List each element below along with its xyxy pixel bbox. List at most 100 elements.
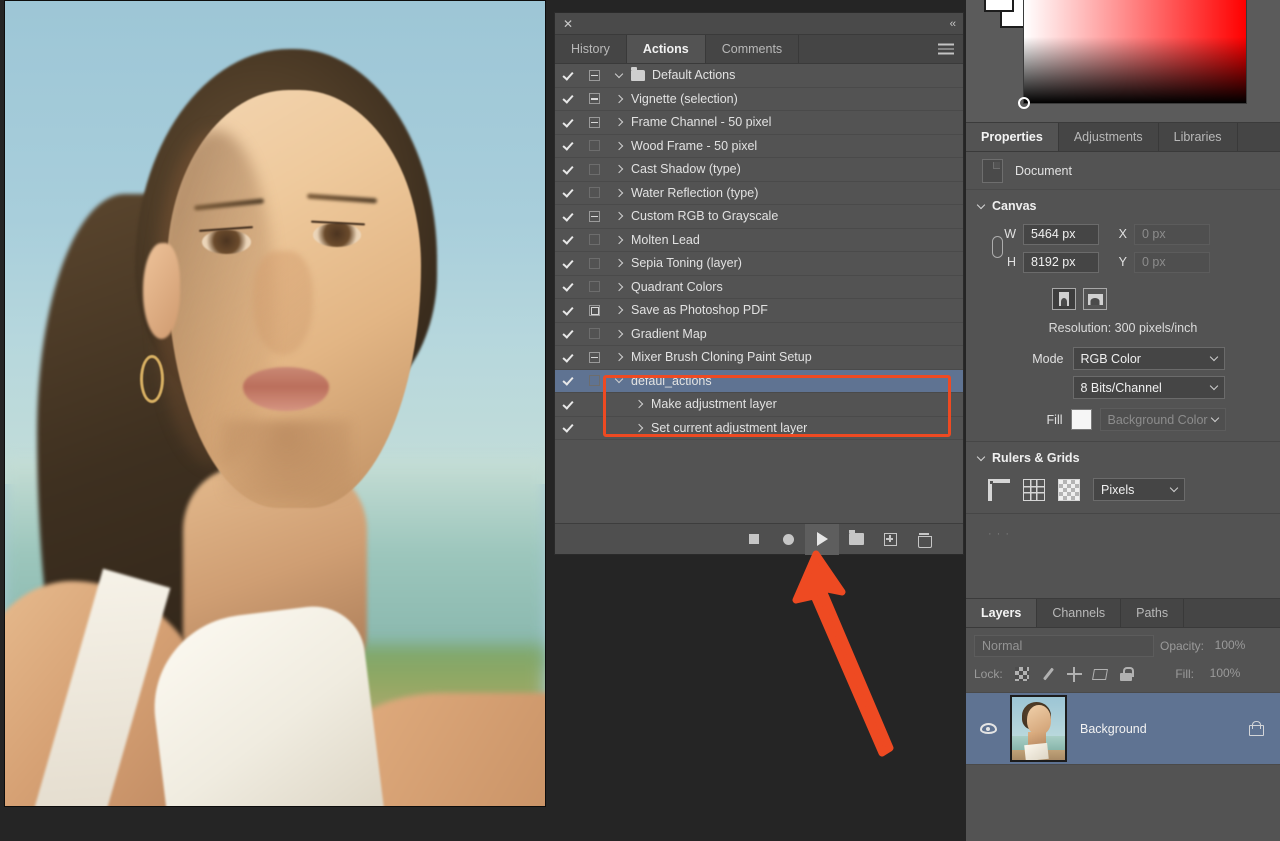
layer-visibility-toggle[interactable]	[966, 723, 1010, 734]
foreground-color-swatch[interactable]	[984, 0, 1014, 12]
lock-transparency-button[interactable]	[1015, 667, 1030, 682]
opacity-stepper[interactable]	[1256, 636, 1270, 656]
action-enabled-checkbox[interactable]	[555, 93, 581, 104]
tab-history[interactable]: History	[555, 35, 627, 63]
action-enabled-checkbox[interactable]	[555, 164, 581, 175]
action-expand-toggle[interactable]	[607, 94, 631, 103]
action-expand-toggle[interactable]	[607, 353, 631, 362]
action-expand-toggle[interactable]	[627, 400, 651, 409]
action-enabled-checkbox[interactable]	[555, 352, 581, 363]
action-row[interactable]: Mixer Brush Cloning Paint Setup	[555, 346, 963, 370]
lock-artboard-button[interactable]	[1092, 667, 1109, 682]
play-selection-button[interactable]	[805, 523, 839, 555]
tab-paths[interactable]: Paths	[1121, 599, 1185, 627]
action-expand-toggle[interactable]	[607, 306, 631, 315]
action-enabled-checkbox[interactable]	[555, 140, 581, 151]
fill-select[interactable]: Background Color	[1099, 408, 1226, 431]
action-expand-toggle[interactable]	[607, 165, 631, 174]
landscape-orientation-button[interactable]	[1083, 288, 1107, 310]
action-row[interactable]: Water Reflection (type)	[555, 182, 963, 205]
action-dialog-toggle[interactable]	[581, 187, 607, 199]
action-expand-toggle[interactable]	[607, 141, 631, 150]
action-enabled-checkbox[interactable]	[555, 305, 581, 316]
document-image[interactable]	[4, 0, 546, 807]
tab-adjustments[interactable]: Adjustments	[1059, 123, 1159, 151]
close-icon[interactable]: ✕	[563, 18, 573, 30]
action-dialog-toggle[interactable]	[581, 116, 607, 128]
action-enabled-checkbox[interactable]	[555, 328, 581, 339]
action-enabled-checkbox[interactable]	[555, 70, 581, 81]
action-enabled-checkbox[interactable]	[555, 281, 581, 292]
action-enabled-checkbox[interactable]	[555, 375, 581, 386]
layers-fill-value[interactable]: 100%	[1205, 664, 1245, 684]
tab-libraries[interactable]: Libraries	[1159, 123, 1238, 151]
collapse-panel-icon[interactable]: ‹‹	[950, 18, 956, 30]
action-row[interactable]: Quadrant Colors	[555, 276, 963, 299]
action-row[interactable]: Molten Lead	[555, 229, 963, 252]
action-enabled-checkbox[interactable]	[555, 422, 581, 433]
new-set-button[interactable]	[839, 524, 873, 555]
rulers-toggle-icon[interactable]	[988, 478, 1010, 501]
action-row[interactable]: Frame Channel - 50 pixel	[555, 111, 963, 135]
action-row[interactable]: Cast Shadow (type)	[555, 158, 963, 182]
action-expand-toggle[interactable]	[607, 212, 631, 221]
x-input[interactable]: 0 px	[1134, 223, 1210, 245]
action-dialog-toggle[interactable]	[581, 163, 607, 175]
tab-properties[interactable]: Properties	[966, 123, 1059, 151]
y-input[interactable]: 0 px	[1134, 251, 1210, 273]
action-enabled-checkbox[interactable]	[555, 399, 581, 410]
height-input[interactable]: 8192 px	[1023, 251, 1099, 273]
bit-depth-select[interactable]: 8 Bits/Channel	[1072, 376, 1225, 399]
color-panel[interactable]	[966, 0, 1280, 122]
action-row[interactable]: Vignette (selection)	[555, 88, 963, 111]
action-dialog-toggle[interactable]	[581, 281, 607, 293]
stop-button[interactable]	[737, 524, 771, 555]
mode-select[interactable]: RGB Color	[1072, 347, 1225, 370]
tab-actions[interactable]: Actions	[626, 35, 706, 63]
tab-comments[interactable]: Comments	[705, 35, 800, 63]
layer-lock-icon[interactable]	[1249, 721, 1264, 736]
delete-button[interactable]	[907, 524, 941, 555]
panel-menu-icon[interactable]	[938, 43, 954, 55]
action-row[interactable]: Wood Frame - 50 pixel	[555, 135, 963, 158]
action-enabled-checkbox[interactable]	[555, 211, 581, 222]
action-dialog-toggle[interactable]	[581, 93, 607, 105]
action-dialog-toggle[interactable]	[581, 328, 607, 340]
tab-channels[interactable]: Channels	[1037, 599, 1122, 627]
action-enabled-checkbox[interactable]	[555, 187, 581, 198]
record-button[interactable]	[771, 524, 805, 555]
action-dialog-toggle[interactable]	[581, 69, 607, 81]
action-expand-toggle[interactable]	[627, 423, 651, 432]
fill-color-swatch[interactable]	[1070, 409, 1092, 430]
blend-mode-select[interactable]: Normal	[974, 635, 1154, 657]
opacity-value[interactable]: 100%	[1210, 636, 1250, 656]
new-action-button[interactable]	[873, 524, 907, 555]
width-input[interactable]: 5464 px	[1023, 223, 1099, 245]
action-enabled-checkbox[interactable]	[555, 117, 581, 128]
action-dialog-toggle[interactable]	[581, 375, 607, 387]
action-row[interactable]: defaul_actions	[555, 369, 963, 393]
action-row[interactable]: Make adjustment layer	[555, 393, 963, 417]
action-row[interactable]: Set current adjustment layer	[555, 417, 963, 440]
action-row[interactable]: Save as Photoshop PDF	[555, 299, 963, 323]
rulers-section-header[interactable]: Rulers & Grids	[966, 441, 1280, 472]
action-enabled-checkbox[interactable]	[555, 258, 581, 269]
action-dialog-toggle[interactable]	[581, 304, 607, 316]
canvas-section-header[interactable]: Canvas	[966, 190, 1280, 220]
layer-row[interactable]: Background	[966, 692, 1280, 765]
tab-layers[interactable]: Layers	[966, 599, 1038, 627]
action-expand-toggle[interactable]	[607, 282, 631, 291]
action-dialog-toggle[interactable]	[581, 257, 607, 269]
action-row[interactable]: Custom RGB to Grayscale	[555, 205, 963, 229]
action-expand-toggle[interactable]	[607, 329, 631, 338]
action-expand-toggle[interactable]	[607, 118, 631, 127]
action-row[interactable]: Default Actions	[555, 64, 963, 88]
lock-image-pixels-button[interactable]	[1041, 667, 1056, 682]
layer-thumbnail[interactable]	[1010, 695, 1067, 762]
action-enabled-checkbox[interactable]	[555, 234, 581, 245]
action-dialog-toggle[interactable]	[581, 351, 607, 363]
units-select[interactable]: Pixels	[1093, 478, 1185, 501]
transparency-grid-icon[interactable]	[1058, 478, 1080, 501]
action-dialog-toggle[interactable]	[581, 210, 607, 222]
saturation-value-field[interactable]	[1018, 0, 1247, 109]
